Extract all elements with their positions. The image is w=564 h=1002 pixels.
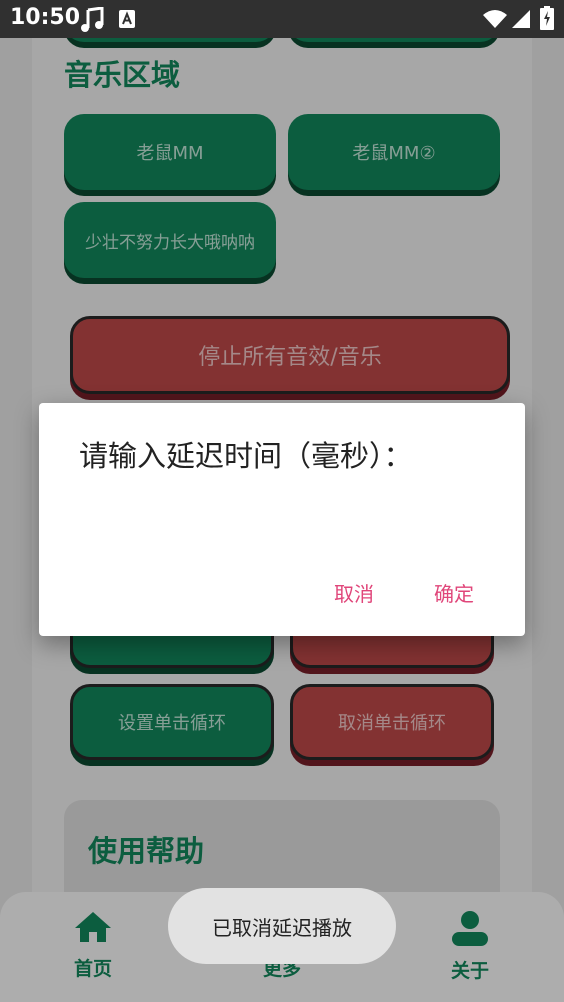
music-note-icon	[80, 6, 104, 37]
dialog-confirm-button[interactable]: 确定	[434, 578, 474, 607]
wifi-icon	[482, 9, 508, 33]
delay-input-dialog: 请输入延迟时间（毫秒）： 取消 确定	[39, 403, 525, 636]
status-bar: 10:50	[0, 0, 564, 38]
battery-icon	[540, 6, 554, 34]
text-a-icon	[118, 9, 136, 33]
status-time: 10:50	[10, 5, 81, 30]
signal-icon	[511, 9, 531, 33]
toast-message: 已取消延迟播放	[168, 888, 396, 964]
dialog-title: 请输入延迟时间（毫秒）：	[79, 439, 413, 473]
dialog-cancel-button[interactable]: 取消	[334, 578, 374, 607]
